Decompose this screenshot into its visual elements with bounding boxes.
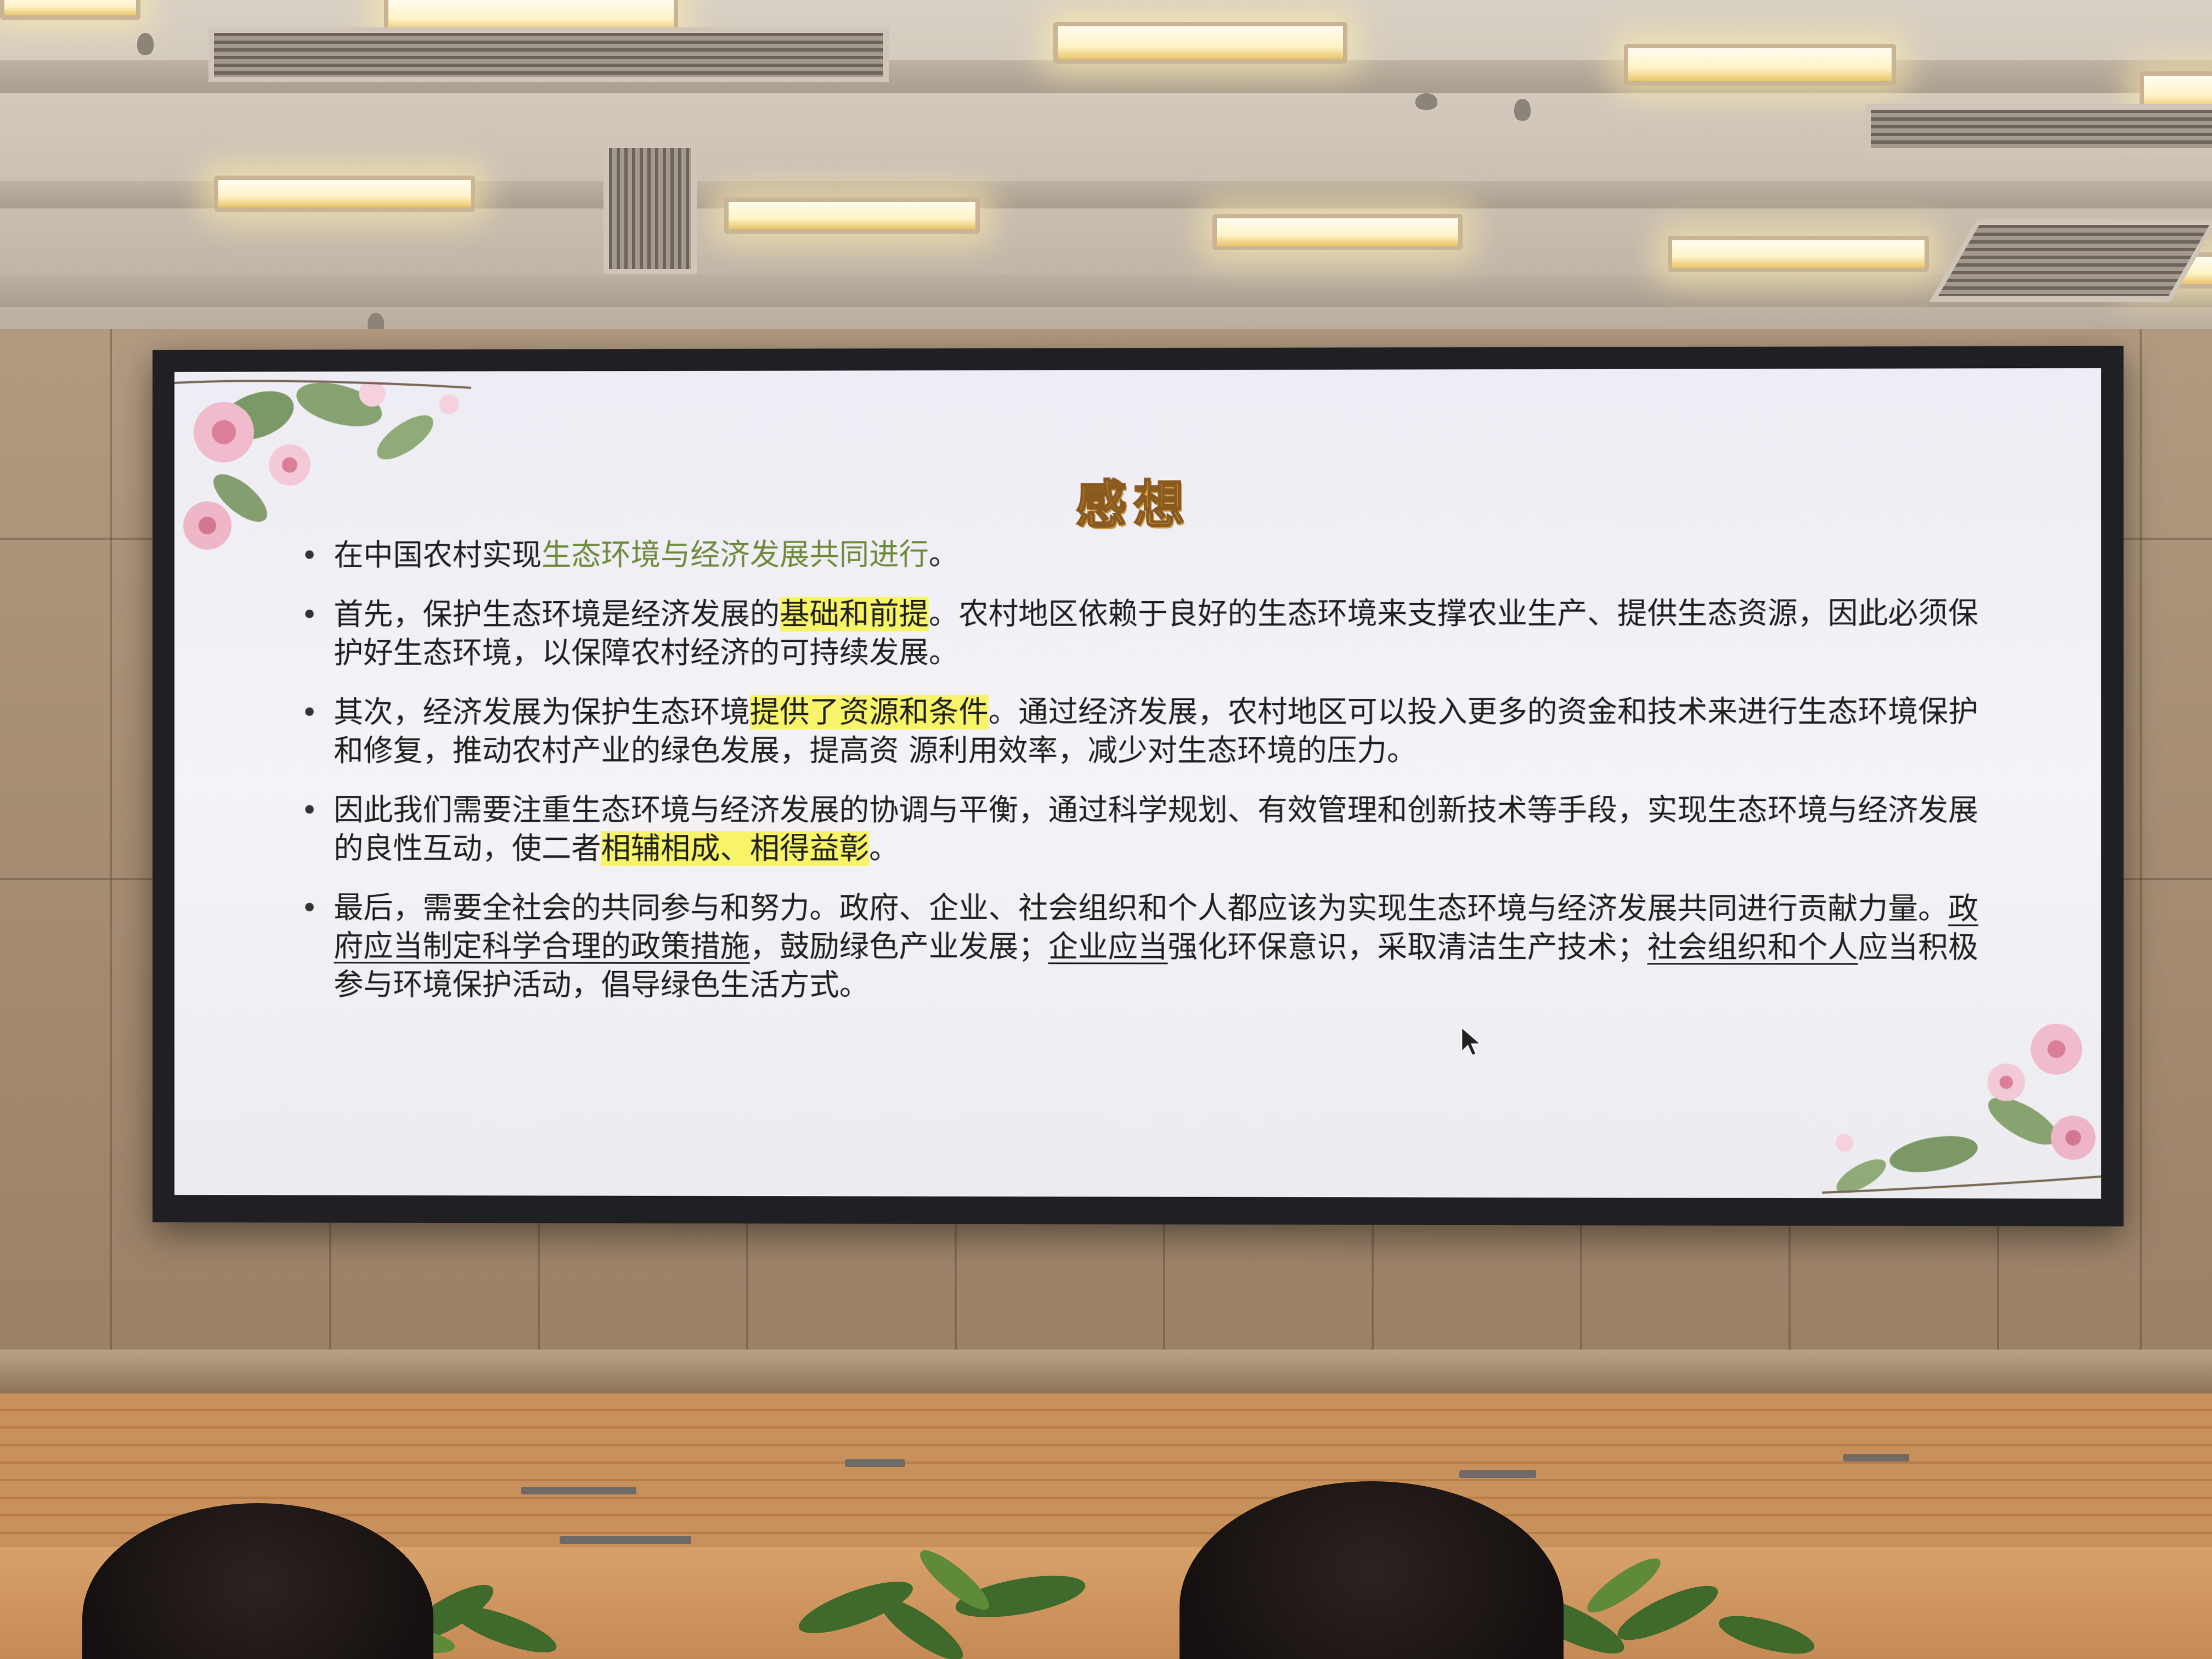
bullet-item: 首先，保护生态环境是经济发展的基础和前提。农村地区依赖于良好的生态环境来支撑农业… [301, 594, 1984, 673]
bullet-text-green: 生态环境与经济发展共同进行 [541, 537, 929, 572]
stage-floor-plate [1843, 1454, 1909, 1462]
wall-seam [2140, 329, 2142, 1393]
ceiling-vent [1929, 219, 2212, 302]
ceiling-light [1668, 236, 1929, 272]
ceiling [0, 0, 2212, 351]
bullet-text: 在中国农村实现 [334, 538, 541, 573]
ceiling-light [214, 176, 475, 212]
sprinkler-icon [137, 33, 154, 55]
bullet-text-highlight: 提供了资源和条件 [750, 695, 989, 729]
bullet-text-highlight: 基础和前提 [780, 597, 929, 631]
ceiling-vent [1865, 104, 2212, 154]
stage-floor-plate [845, 1459, 905, 1467]
bullet-text-underline: 社会组织和个人 [1647, 930, 1858, 965]
ceiling-light [0, 0, 140, 20]
wall-seam [110, 329, 112, 1393]
ceiling-light [1624, 44, 1896, 86]
bullet-list: 在中国农村实现生态环境与经济发展共同进行。首先，保护生态环境是经济发展的基础和前… [301, 534, 1984, 1027]
bullet-text: 。 [869, 831, 899, 866]
ceiling-vent [208, 27, 889, 82]
bullet-text: 其次，经济发展为保护生态环境 [334, 695, 750, 730]
ceiling-light [1212, 214, 1463, 250]
stage-floor-plate [521, 1487, 636, 1494]
bullet-text: 最后，需要全社会的共同参与和努力。政府、企业、社会组织和个人都应该为实现生态环境… [334, 890, 1948, 926]
ceiling-light [724, 198, 980, 234]
pink-flowers-icon [1811, 1010, 2101, 1199]
bullet-text: 首先，保护生态环境是经济发展的 [334, 597, 780, 632]
bullet-item: 因此我们需要注重生态环境与经济发展的协调与平衡，通过科学规划、有效管理和创新技术… [301, 791, 1984, 868]
slide-title: 感想 [174, 462, 2101, 538]
bullet-text-underline: 企业应当 [1048, 929, 1168, 964]
sprinkler-icon [1514, 99, 1531, 121]
ceiling-vent [603, 143, 697, 274]
ceiling-light [1053, 22, 1347, 64]
ceiling-beam [0, 274, 2212, 307]
bullet-item: 最后，需要全社会的共同参与和努力。政府、企业、社会组织和个人都应该为实现生态环境… [301, 889, 1984, 1006]
slide: 感想 在中国农村实现生态环境与经济发展共同进行。首先，保护生态环境是经济发展的基… [174, 368, 2101, 1199]
photo-scene: 感想 在中国农村实现生态环境与经济发展共同进行。首先，保护生态环境是经济发展的基… [0, 0, 2212, 1659]
bullet-text: ，鼓励绿色产业发展； [750, 929, 1048, 964]
smoke-detector-icon [1415, 93, 1437, 110]
mouse-cursor-icon [1460, 1026, 1482, 1057]
bullet-text: 。 [929, 537, 958, 572]
stage-floor-plate [560, 1536, 691, 1544]
led-screen: 感想 在中国农村实现生态环境与经济发展共同进行。首先，保护生态环境是经济发展的基… [153, 346, 2124, 1227]
bullet-item: 在中国农村实现生态环境与经济发展共同进行。 [301, 534, 1984, 575]
bullet-text: 强化环保意识，采取清洁生产技术； [1168, 929, 1647, 964]
bullet-text-highlight: 相辅相成、相得益彰 [601, 831, 870, 866]
bullet-text: 因此我们需要注重生态环境与经济发展的协调与平衡，通过科学规划、有效管理和创新技术… [334, 793, 1978, 866]
bullet-item: 其次，经济发展为保护生态环境提供了资源和条件。通过经济发展，农村地区可以投入更多… [301, 693, 1984, 770]
wall-baseboard [0, 1350, 2212, 1393]
stage-floor-plate [1459, 1470, 1536, 1478]
